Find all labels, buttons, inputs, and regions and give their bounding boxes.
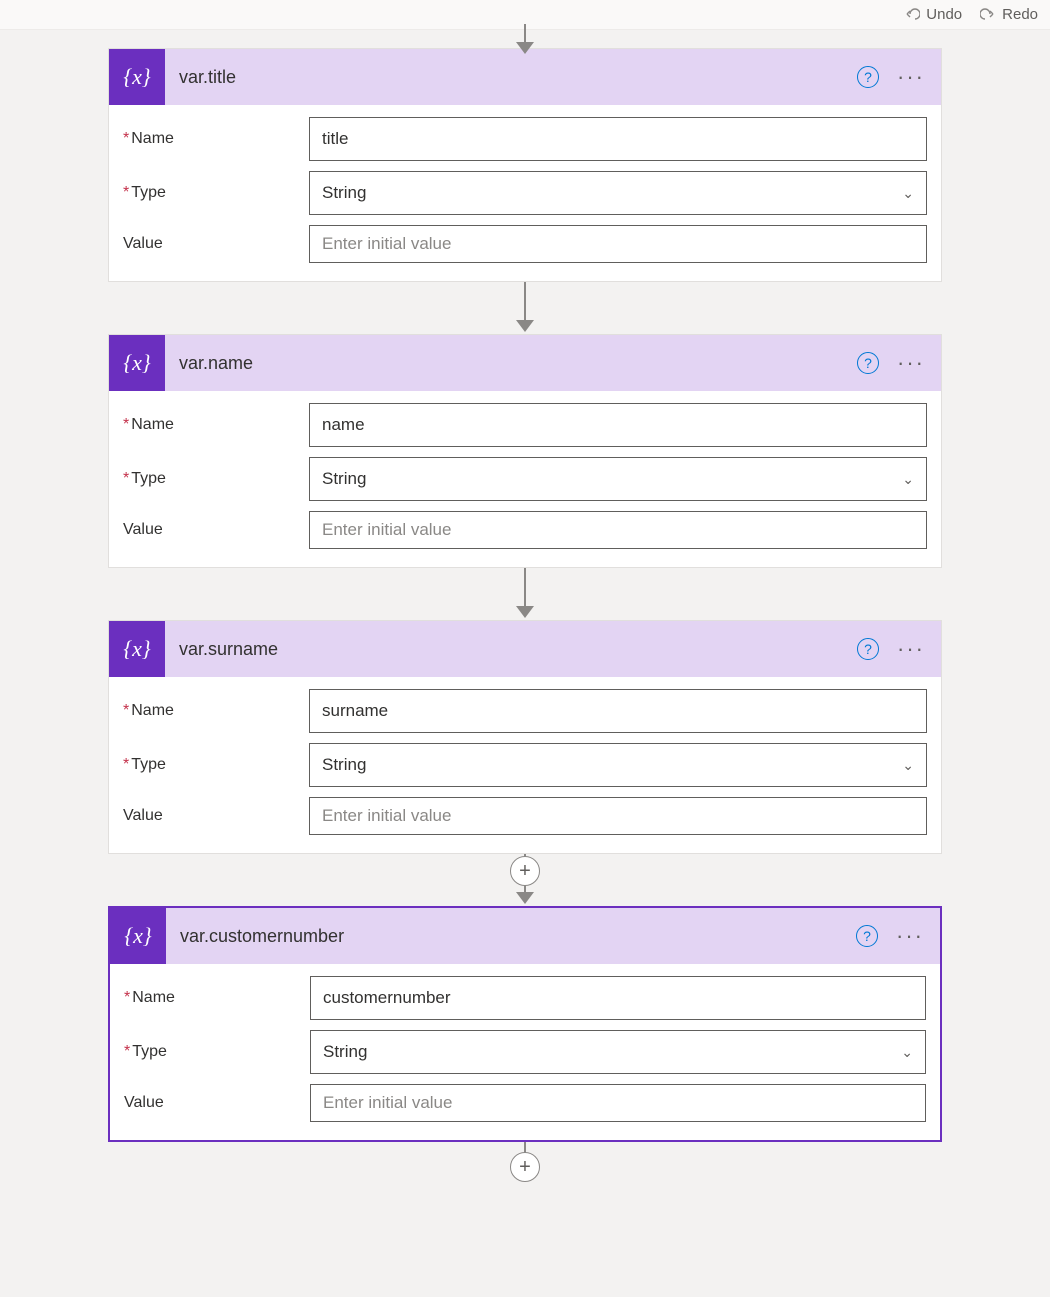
variable-icon: {x} [109, 335, 165, 391]
type-select[interactable]: String ⌄ [309, 171, 927, 215]
help-button[interactable]: ? [857, 66, 879, 88]
help-button[interactable]: ? [857, 352, 879, 374]
action-card-var-customernumber[interactable]: {x} var.customernumber ? ··· *Name *Type… [108, 906, 942, 1142]
value-input[interactable] [309, 511, 927, 549]
card-header[interactable]: {x} var.name ? ··· [109, 335, 941, 391]
arrow-line-icon [524, 568, 526, 606]
type-label: *Type [123, 470, 309, 488]
name-input[interactable] [309, 403, 927, 447]
more-button[interactable]: ··· [897, 358, 925, 368]
card-body: *Name *Type String ⌄ Value [109, 391, 941, 567]
action-card-var-name[interactable]: {x} var.name ? ··· *Name *Type String ⌄ [108, 334, 942, 568]
name-label: *Name [123, 702, 309, 720]
value-input[interactable] [310, 1084, 926, 1122]
help-button[interactable]: ? [857, 638, 879, 660]
type-label: *Type [123, 184, 309, 202]
value-input[interactable] [309, 225, 927, 263]
type-select[interactable]: String ⌄ [309, 743, 927, 787]
add-action-button[interactable]: + [510, 1152, 540, 1182]
arrow-line-icon [524, 282, 526, 320]
arrow-head-icon [516, 42, 534, 54]
type-value: String [323, 1042, 367, 1062]
arrow-head-icon [516, 892, 534, 904]
name-label: *Name [123, 130, 309, 148]
name-label: *Name [124, 989, 310, 1007]
variable-icon: {x} [110, 908, 166, 964]
chevron-down-icon: ⌄ [902, 471, 914, 488]
type-select[interactable]: String ⌄ [310, 1030, 926, 1074]
type-value: String [322, 755, 366, 775]
type-label: *Type [123, 756, 309, 774]
card-body: *Name *Type String ⌄ Value [110, 964, 940, 1140]
value-label: Value [123, 521, 309, 539]
more-button[interactable]: ··· [897, 644, 925, 654]
redo-icon [980, 7, 996, 23]
name-input[interactable] [309, 117, 927, 161]
chevron-down-icon: ⌄ [902, 185, 914, 202]
card-title: var.surname [165, 639, 857, 660]
flow-canvas: {x} var.title ? ··· *Name *Type String ⌄ [0, 30, 1050, 1186]
variable-icon: {x} [109, 49, 165, 105]
help-button[interactable]: ? [856, 925, 878, 947]
card-title: var.customernumber [166, 926, 856, 947]
undo-label: Undo [926, 6, 962, 23]
type-select[interactable]: String ⌄ [309, 457, 927, 501]
card-title: var.title [165, 67, 857, 88]
card-header[interactable]: {x} var.customernumber ? ··· [110, 908, 940, 964]
card-header[interactable]: {x} var.title ? ··· [109, 49, 941, 105]
card-body: *Name *Type String ⌄ Value [109, 105, 941, 281]
redo-button[interactable]: Redo [980, 6, 1038, 23]
value-label: Value [123, 807, 309, 825]
value-label: Value [123, 235, 309, 253]
name-input[interactable] [310, 976, 926, 1020]
type-label: *Type [124, 1043, 310, 1061]
type-value: String [322, 469, 366, 489]
type-value: String [322, 183, 366, 203]
value-label: Value [124, 1094, 310, 1112]
value-input[interactable] [309, 797, 927, 835]
add-action-button[interactable]: + [510, 856, 540, 886]
more-button[interactable]: ··· [896, 931, 924, 941]
redo-label: Redo [1002, 6, 1038, 23]
card-title: var.name [165, 353, 857, 374]
undo-button[interactable]: Undo [904, 6, 962, 23]
variable-icon: {x} [109, 621, 165, 677]
action-card-var-surname[interactable]: {x} var.surname ? ··· *Name *Type String… [108, 620, 942, 854]
name-input[interactable] [309, 689, 927, 733]
arrow-head-icon [516, 320, 534, 332]
arrow-line-icon [524, 24, 526, 44]
more-button[interactable]: ··· [897, 72, 925, 82]
arrow-head-icon [516, 606, 534, 618]
card-body: *Name *Type String ⌄ Value [109, 677, 941, 853]
chevron-down-icon: ⌄ [901, 1044, 913, 1061]
chevron-down-icon: ⌄ [902, 757, 914, 774]
card-header[interactable]: {x} var.surname ? ··· [109, 621, 941, 677]
action-card-var-title[interactable]: {x} var.title ? ··· *Name *Type String ⌄ [108, 48, 942, 282]
undo-icon [904, 7, 920, 23]
name-label: *Name [123, 416, 309, 434]
